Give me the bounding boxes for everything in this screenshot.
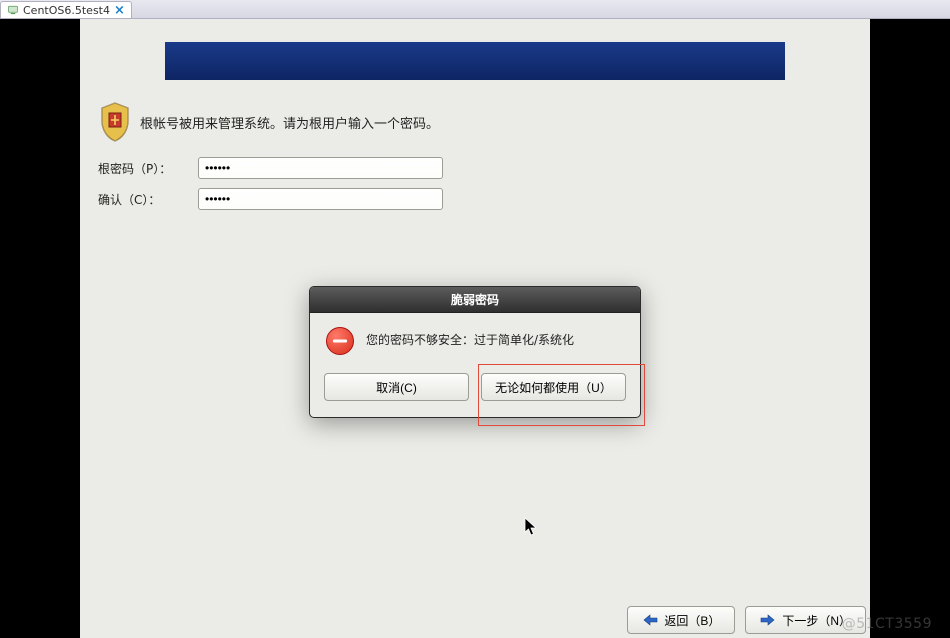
next-button[interactable]: 下一步（N）: [745, 606, 866, 634]
tab-title: CentOS6.5test4: [23, 4, 110, 17]
arrow-right-icon: [760, 614, 776, 626]
error-icon: [326, 327, 354, 355]
dialog-body: 您的密码不够安全：过于简单化/系统化: [310, 313, 640, 365]
dialog-title: 脆弱密码: [310, 287, 640, 313]
shield-icon: [98, 101, 132, 143]
vm-viewport: 根帐号被用来管理系统。请为根用户输入一个密码。 根密码（P）： 确认（C）： 脆…: [0, 19, 950, 638]
arrow-left-icon: [642, 614, 658, 626]
mouse-cursor-icon: [524, 517, 538, 537]
tab-close-icon[interactable]: ×: [114, 4, 125, 17]
dialog-message: 您的密码不够安全：过于简单化/系统化: [366, 327, 574, 348]
installer-banner: [165, 42, 785, 80]
vm-tab[interactable]: CentOS6.5test4 ×: [0, 1, 132, 18]
back-button-label: 返回（B）: [664, 612, 720, 629]
cancel-button[interactable]: 取消(C): [324, 373, 469, 401]
back-button[interactable]: 返回（B）: [627, 606, 735, 634]
intro-text: 根帐号被用来管理系统。请为根用户输入一个密码。: [140, 113, 439, 132]
intro-row: 根帐号被用来管理系统。请为根用户输入一个密码。: [98, 101, 439, 143]
vm-icon: [7, 4, 19, 16]
installer-window: 根帐号被用来管理系统。请为根用户输入一个密码。 根密码（P）： 确认（C）： 脆…: [80, 19, 870, 638]
use-anyway-button[interactable]: 无论如何都使用（U）: [481, 373, 626, 401]
root-password-form: 根密码（P）： 确认（C）：: [98, 157, 443, 210]
tab-bar: CentOS6.5test4 ×: [0, 0, 950, 19]
wizard-nav: 返回（B） 下一步（N）: [627, 606, 866, 634]
root-password-input[interactable]: [198, 157, 443, 179]
confirm-password-label: 确认（C）：: [98, 191, 198, 208]
next-button-label: 下一步（N）: [782, 612, 851, 629]
root-password-label: 根密码（P）：: [98, 160, 198, 177]
confirm-password-input[interactable]: [198, 188, 443, 210]
dialog-button-row: 取消(C) 无论如何都使用（U）: [310, 365, 640, 417]
weak-password-dialog: 脆弱密码 您的密码不够安全：过于简单化/系统化 取消(C) 无论如何都使用（U）: [309, 286, 641, 418]
